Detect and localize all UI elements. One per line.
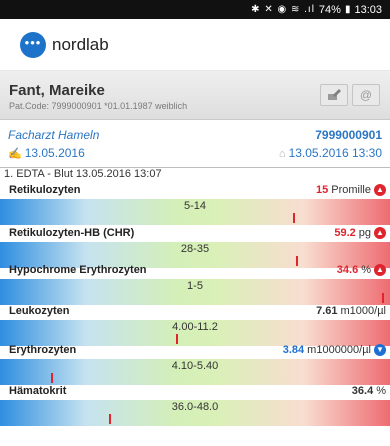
result-header: Hypochrome Erythrozyten 34.6% ▲: [0, 262, 390, 278]
reference-range: 5-14: [183, 200, 207, 212]
doctor-name: Facharzt Hameln: [8, 128, 100, 142]
result-name: Leukozyten: [9, 305, 70, 317]
value-marker: [293, 213, 295, 223]
reference-range: 4.00-11.2: [172, 321, 218, 333]
value-marker: [382, 293, 384, 303]
order-date-right: ⌂ 13.05.2016 13:30: [278, 146, 382, 160]
app-bar: ••• nordlab: [0, 19, 390, 71]
result-value: 36.4%: [352, 385, 386, 397]
result-header: Hämatokrit 36.4%: [0, 383, 390, 399]
result-value: 34.6% ▲: [337, 264, 386, 276]
reference-range: 36.0-48.0: [171, 401, 219, 413]
value-marker: [51, 373, 53, 383]
value-marker: [109, 414, 111, 424]
result-name: Hypochrome Erythrozyten: [9, 264, 147, 276]
reference-range-bar: 4.10-5.40: [0, 359, 390, 385]
result-header: Erythrozyten 3.84 m1000000/µl ▼: [0, 342, 390, 358]
result-number: 36.4: [351, 385, 374, 397]
doctor-code: 7999000901: [315, 128, 382, 142]
result-unit: pg: [358, 227, 371, 239]
patient-header: Fant, Mareike Pat.Code: 7999000901 *01.0…: [0, 71, 390, 120]
result-unit: m1000000/µl: [307, 344, 371, 356]
app-logo-icon: •••: [20, 31, 46, 58]
result-unit: m1000/µl: [340, 305, 386, 317]
dates-row: ✍ 13.05.2016 ⌂ 13.05.2016 13:30: [0, 145, 390, 161]
result-value: 3.84 m1000000/µl ▼: [283, 344, 386, 356]
result-value: 15 Promille ▲: [316, 184, 386, 196]
signature-icon: ✍: [8, 148, 22, 160]
arrow-down-icon: ▼: [374, 344, 386, 356]
result-row[interactable]: Retikulozyten 15 Promille ▲ 5-14: [0, 182, 390, 228]
reference-range-bar: 36.0-48.0: [0, 400, 390, 426]
battery-icon: ▮: [344, 4, 351, 15]
arrow-up-icon: ▲: [374, 264, 386, 276]
reference-range: 28-35: [180, 243, 210, 255]
status-icons: ✱ ✕ ◉ ≋ .ıl: [251, 4, 315, 15]
order-title[interactable]: 1. EDTA - Blut 13.05.2016 13:07: [0, 167, 390, 181]
result-row[interactable]: Erythrozyten 3.84 m1000000/µl ▼ 4.10-5.40: [0, 342, 390, 388]
result-number: 7.61: [316, 305, 338, 317]
result-name: Retikulozyten-HB (CHR): [9, 227, 135, 239]
result-unit: %: [361, 264, 371, 276]
app-title: nordlab: [52, 34, 109, 54]
result-row[interactable]: Hypochrome Erythrozyten 34.6% ▲ 1-5: [0, 262, 390, 308]
reference-range: 4.10-5.40: [171, 360, 219, 372]
result-number: 3.84: [282, 344, 305, 356]
result-number: 59.2: [334, 227, 356, 239]
result-number: 34.6: [336, 264, 359, 276]
result-unit: Promille: [331, 184, 371, 196]
result-name: Retikulozyten: [9, 184, 81, 196]
result-header: Retikulozyten 15 Promille ▲: [0, 182, 390, 198]
result-name: Erythrozyten: [9, 344, 77, 356]
email-button[interactable]: @: [352, 84, 380, 106]
arrow-up-icon: ▲: [374, 227, 386, 239]
house-icon: ⌂: [278, 148, 286, 160]
status-time: 13:03: [354, 3, 382, 16]
reference-range-bar: 1-5: [0, 279, 390, 305]
result-row[interactable]: Hämatokrit 36.4% 36.0-48.0: [0, 383, 390, 429]
result-header: Retikulozyten-HB (CHR) 59.2 pg ▲: [0, 225, 390, 241]
pencil-icon: [328, 89, 341, 100]
result-unit: %: [376, 385, 386, 397]
result-value: 7.61 m1000/µl: [316, 305, 386, 317]
doctor-row: Facharzt Hameln 7999000901: [0, 127, 390, 143]
reference-range: 1-5: [187, 280, 203, 292]
result-value: 59.2 pg ▲: [334, 227, 386, 239]
edit-patient-button[interactable]: [320, 84, 348, 106]
battery-level: 74%: [318, 3, 341, 16]
reference-range-bar: 5-14: [0, 199, 390, 225]
result-name: Hämatokrit: [9, 385, 67, 397]
result-header: Leukozyten 7.61 m1000/µl: [0, 303, 390, 319]
at-icon: @: [359, 88, 373, 102]
order-date-left: ✍ 13.05.2016: [8, 146, 85, 160]
arrow-up-icon: ▲: [374, 184, 386, 196]
result-number: 15: [316, 184, 329, 196]
status-bar: ✱ ✕ ◉ ≋ .ıl 74% ▮ 13:03: [0, 0, 390, 19]
